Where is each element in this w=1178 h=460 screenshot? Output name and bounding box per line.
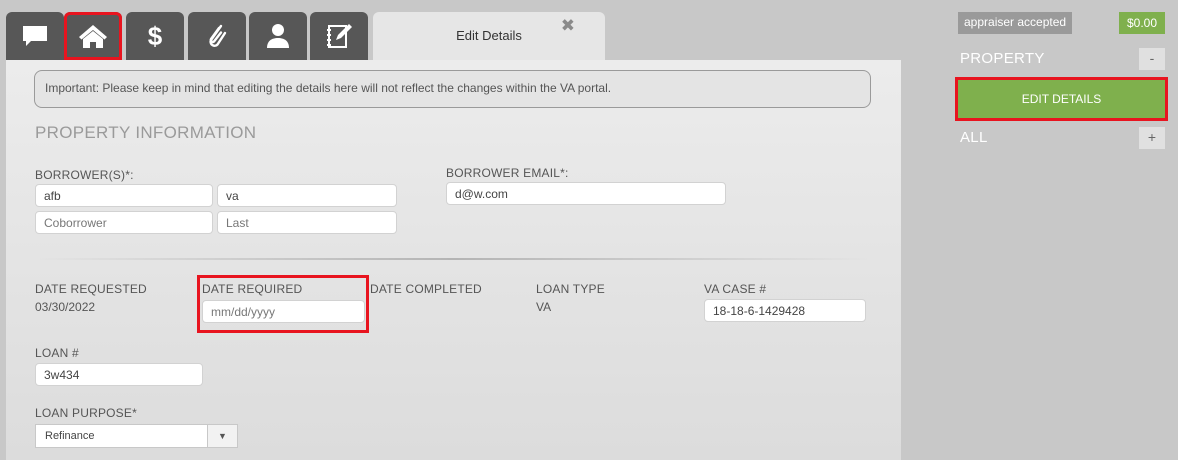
- tab-notes[interactable]: [310, 12, 368, 60]
- tab-contacts[interactable]: [249, 12, 307, 60]
- borrowers-label: BORROWER(S)*:: [35, 168, 134, 182]
- loan-type-value: VA: [536, 300, 552, 314]
- home-icon: [79, 25, 107, 48]
- section-divider: [34, 258, 872, 260]
- tab-property[interactable]: [64, 12, 122, 60]
- section-title: PROPERTY INFORMATION: [35, 123, 257, 142]
- tab-attachments[interactable]: [188, 12, 246, 60]
- tab-fees[interactable]: $: [126, 12, 184, 60]
- date-requested-value: 03/30/2022: [35, 300, 96, 314]
- dollar-icon: $: [148, 22, 163, 50]
- borrower-email-label: BORROWER EMAIL*:: [446, 166, 569, 180]
- borrower-email-input[interactable]: d@w.com: [446, 182, 726, 205]
- right-sidebar: appraiser accepted $0.00 PROPERTY - EDIT…: [956, 0, 1178, 460]
- loan-type-label: LOAN TYPE: [536, 282, 605, 296]
- status-badge: appraiser accepted: [958, 12, 1073, 34]
- edit-details-button[interactable]: EDIT DETAILS: [958, 80, 1165, 118]
- loan-purpose-selected: Refinance: [45, 430, 95, 442]
- property-collapse-button[interactable]: -: [1139, 48, 1165, 70]
- property-heading: PROPERTY: [960, 50, 1045, 67]
- borrower-first-name-input[interactable]: afb: [35, 184, 213, 207]
- va-case-input[interactable]: 18-18-6-1429428: [704, 299, 866, 322]
- tab-messages[interactable]: [6, 12, 64, 60]
- all-expand-button[interactable]: +: [1139, 127, 1165, 149]
- date-required-label: DATE REQUIRED: [202, 282, 303, 296]
- loan-purpose-select[interactable]: Refinance ▼: [35, 424, 238, 448]
- coborrower-last-name-input[interactable]: Last: [217, 211, 397, 234]
- tab-edit-details[interactable]: Edit Details ✖: [373, 12, 605, 60]
- date-completed-label: DATE COMPLETED: [370, 282, 482, 296]
- borrower-last-name-input[interactable]: va: [217, 184, 397, 207]
- date-required-input[interactable]: mm/dd/yyyy: [202, 300, 365, 323]
- all-heading: ALL: [960, 129, 988, 146]
- va-case-label: VA CASE #: [704, 282, 767, 296]
- loan-number-label: LOAN #: [35, 346, 79, 360]
- coborrower-first-name-input[interactable]: Coborrower: [35, 211, 213, 234]
- loan-purpose-label: LOAN PURPOSE*: [35, 406, 137, 420]
- svg-text:$: $: [148, 22, 163, 50]
- edit-note-icon: [327, 24, 352, 48]
- chat-bubble-icon: [23, 26, 47, 46]
- price-badge: $0.00: [1119, 12, 1165, 34]
- notice-banner: Important: Please keep in mind that edit…: [34, 70, 871, 108]
- chevron-down-icon[interactable]: ▼: [207, 425, 237, 447]
- paperclip-icon: [209, 24, 227, 47]
- user-icon: [267, 24, 289, 48]
- loan-number-input[interactable]: 3w434: [35, 363, 203, 386]
- close-icon[interactable]: ✖: [561, 16, 575, 36]
- date-requested-label: DATE REQUESTED: [35, 282, 147, 296]
- edit-details-panel: Important: Please keep in mind that edit…: [6, 60, 901, 460]
